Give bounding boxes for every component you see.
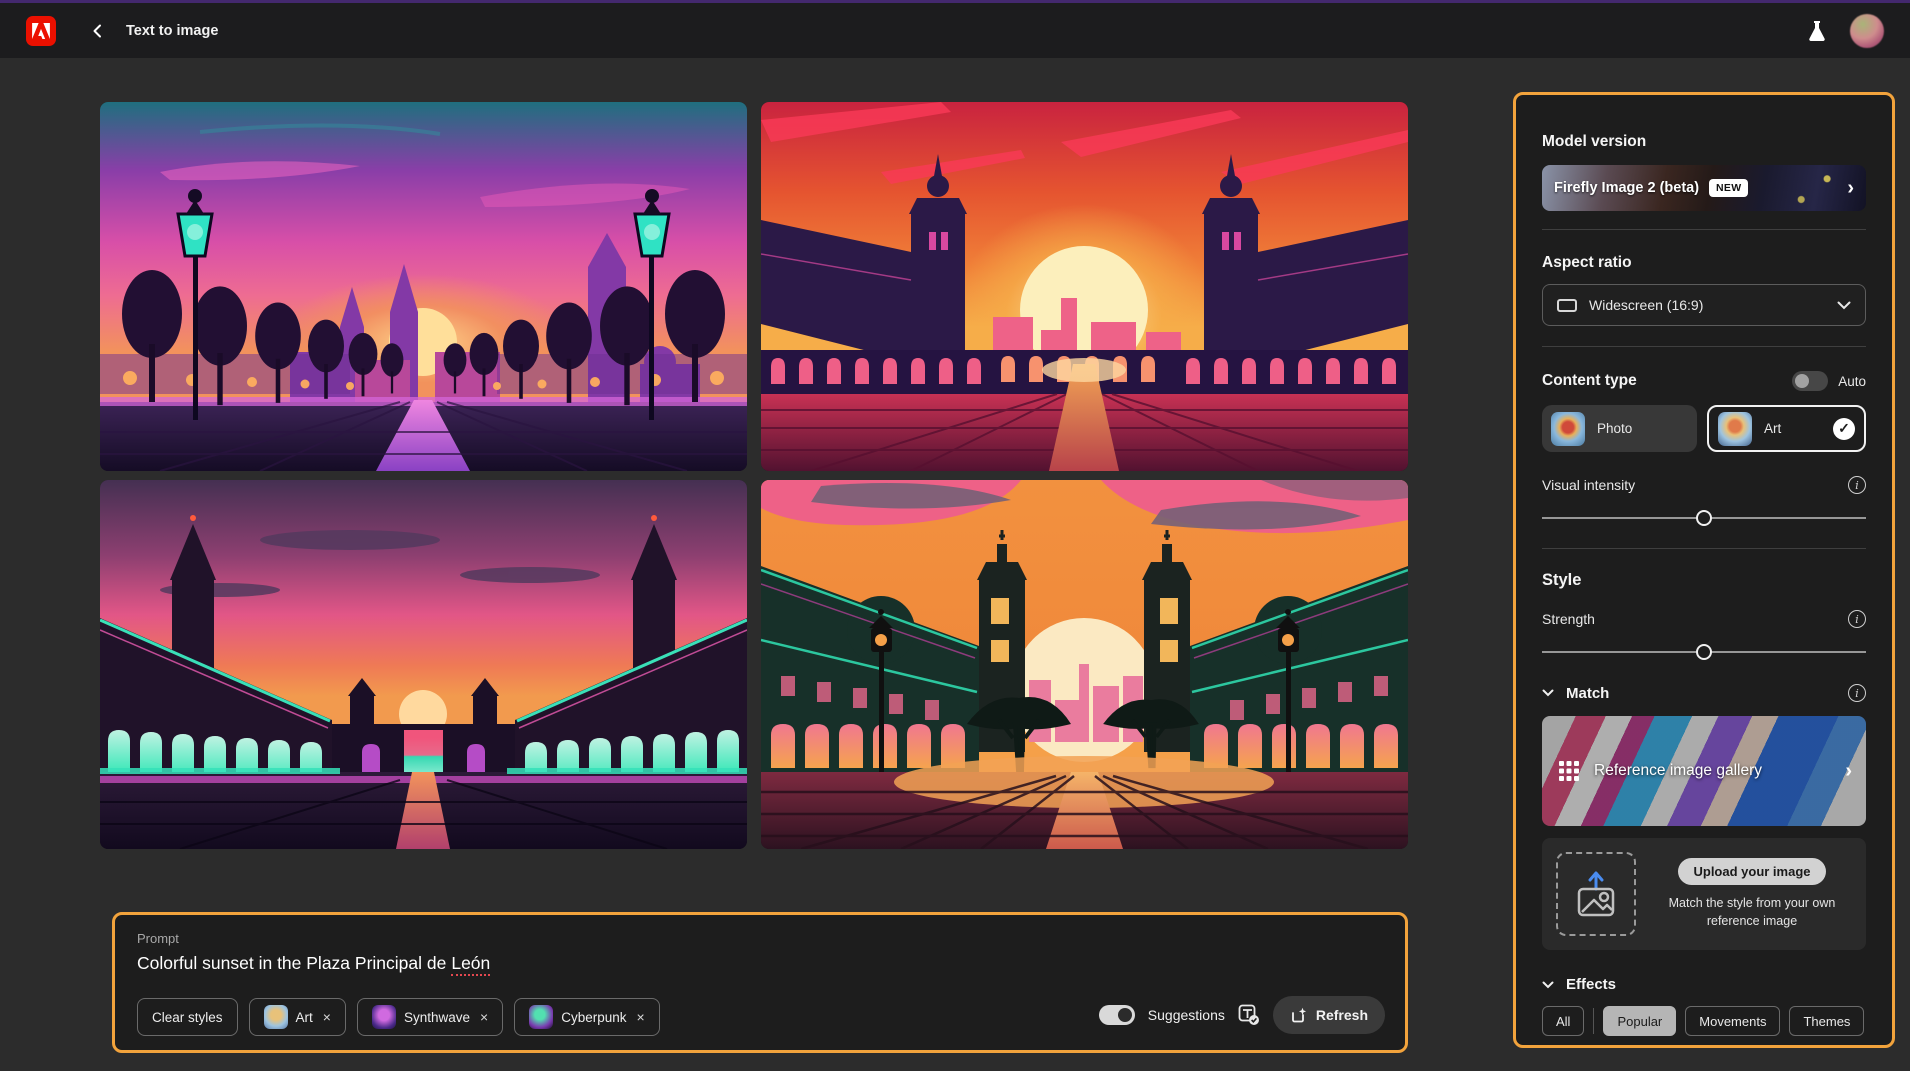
effects-tab-all[interactable]: All: [1542, 1006, 1585, 1036]
prompt-input[interactable]: Colorful sunset in the Plaza Principal d…: [137, 953, 1383, 976]
cyberpunk-style-thumbnail-icon: [529, 1005, 554, 1029]
content-type-photo[interactable]: Photo: [1542, 405, 1697, 452]
chevron-right-icon: ›: [1845, 760, 1852, 782]
generated-image-4[interactable]: [761, 480, 1408, 849]
content-type-art[interactable]: Art ✓: [1707, 405, 1866, 452]
upload-reference-card: Upload your image Match the style from y…: [1542, 838, 1866, 950]
collapse-chevron-icon[interactable]: [1542, 979, 1554, 991]
prompt-text: Colorful sunset in the Plaza Principal d…: [137, 953, 447, 973]
content-type-heading: Content type: [1542, 372, 1637, 389]
new-badge: NEW: [1709, 179, 1749, 197]
info-icon[interactable]: i: [1848, 684, 1866, 702]
model-version-heading: Model version: [1542, 133, 1647, 150]
grid-icon: [1559, 761, 1579, 781]
auto-label: Auto: [1838, 373, 1866, 389]
regenerate-icon: [1291, 1007, 1306, 1022]
photo-thumbnail-icon: [1551, 411, 1585, 446]
generated-image-2[interactable]: [761, 102, 1408, 471]
user-avatar[interactable]: [1850, 13, 1884, 48]
firefly-text-to-image-app: Text to image Prompt Colorful sunset in …: [0, 0, 1910, 1071]
divider: [1593, 1008, 1595, 1034]
auto-content-type-toggle[interactable]: [1792, 371, 1829, 391]
effects-tab-themes[interactable]: Themes: [1789, 1006, 1865, 1036]
text-suggestions-icon[interactable]: [1238, 1004, 1260, 1026]
effects-heading[interactable]: Effects: [1566, 976, 1616, 993]
model-version-selector[interactable]: Firefly Image 2 (beta) NEW ›: [1542, 165, 1866, 211]
divider: [1542, 346, 1866, 347]
refresh-button[interactable]: Refresh: [1272, 996, 1385, 1034]
art-style-thumbnail-icon: [263, 1005, 288, 1029]
divider: [1542, 548, 1866, 549]
gallery-label: Reference image gallery: [1594, 762, 1763, 779]
info-icon[interactable]: i: [1848, 610, 1866, 628]
remove-chip-icon[interactable]: ×: [480, 1009, 488, 1025]
style-heading: Style: [1542, 571, 1582, 589]
topbar: Text to image: [0, 3, 1910, 58]
effects-tabs: All Popular Movements Themes: [1542, 1006, 1866, 1036]
suggestions-label: Suggestions: [1147, 1007, 1225, 1023]
widescreen-icon: [1557, 298, 1577, 312]
aspect-ratio-value: Widescreen (16:9): [1589, 297, 1704, 313]
generated-image-3[interactable]: [100, 480, 747, 849]
selected-check-icon: ✓: [1833, 417, 1855, 440]
style-chip-synthwave[interactable]: Synthwave ×: [356, 998, 504, 1036]
generated-image-1[interactable]: [100, 102, 747, 471]
divider: [1542, 229, 1866, 230]
beaker-icon[interactable]: [1806, 19, 1828, 43]
aspect-ratio-heading: Aspect ratio: [1542, 254, 1632, 271]
clear-styles-button[interactable]: Clear styles: [137, 998, 238, 1036]
art-thumbnail-icon: [1718, 411, 1752, 446]
visual-intensity-label: Visual intensity: [1542, 477, 1636, 493]
collapse-chevron-icon[interactable]: [1542, 687, 1554, 699]
effects-tab-movements[interactable]: Movements: [1685, 1006, 1781, 1036]
suggestions-toggle[interactable]: [1098, 1005, 1135, 1025]
aspect-ratio-dropdown[interactable]: Widescreen (16:9): [1542, 284, 1866, 326]
strength-slider[interactable]: [1542, 644, 1866, 660]
visual-intensity-slider[interactable]: [1542, 510, 1866, 526]
prompt-text-misspelled: León: [451, 953, 491, 976]
upload-caption: Match the style from your own reference …: [1668, 895, 1836, 928]
strength-label: Strength: [1542, 611, 1595, 627]
chevron-down-icon: [1837, 301, 1851, 309]
prompt-panel: Prompt Colorful sunset in the Plaza Prin…: [112, 912, 1408, 1053]
upload-dropzone[interactable]: [1556, 852, 1636, 936]
remove-chip-icon[interactable]: ×: [637, 1009, 645, 1025]
adobe-logo-icon[interactable]: [26, 15, 56, 46]
style-chip-row: Clear styles Art × Synthwave × Cyberpunk…: [137, 998, 660, 1036]
synthwave-style-thumbnail-icon: [371, 1005, 396, 1029]
info-icon[interactable]: i: [1848, 476, 1866, 494]
model-version-value: Firefly Image 2 (beta): [1554, 180, 1700, 196]
page-title: Text to image: [126, 22, 219, 39]
match-heading[interactable]: Match: [1566, 685, 1609, 702]
style-chip-cyberpunk[interactable]: Cyberpunk ×: [514, 998, 660, 1036]
reference-image-gallery[interactable]: Reference image gallery ›: [1542, 716, 1866, 826]
chevron-right-icon: ›: [1847, 177, 1854, 199]
prompt-label: Prompt: [137, 931, 179, 946]
remove-chip-icon[interactable]: ×: [323, 1009, 331, 1025]
upload-image-icon: [1577, 871, 1615, 917]
effects-tab-popular[interactable]: Popular: [1603, 1006, 1677, 1036]
style-chip-art[interactable]: Art ×: [248, 998, 346, 1036]
upload-your-image-button[interactable]: Upload your image: [1678, 857, 1826, 885]
back-button[interactable]: [86, 19, 110, 43]
settings-panel: Model version Firefly Image 2 (beta) NEW…: [1513, 92, 1895, 1048]
